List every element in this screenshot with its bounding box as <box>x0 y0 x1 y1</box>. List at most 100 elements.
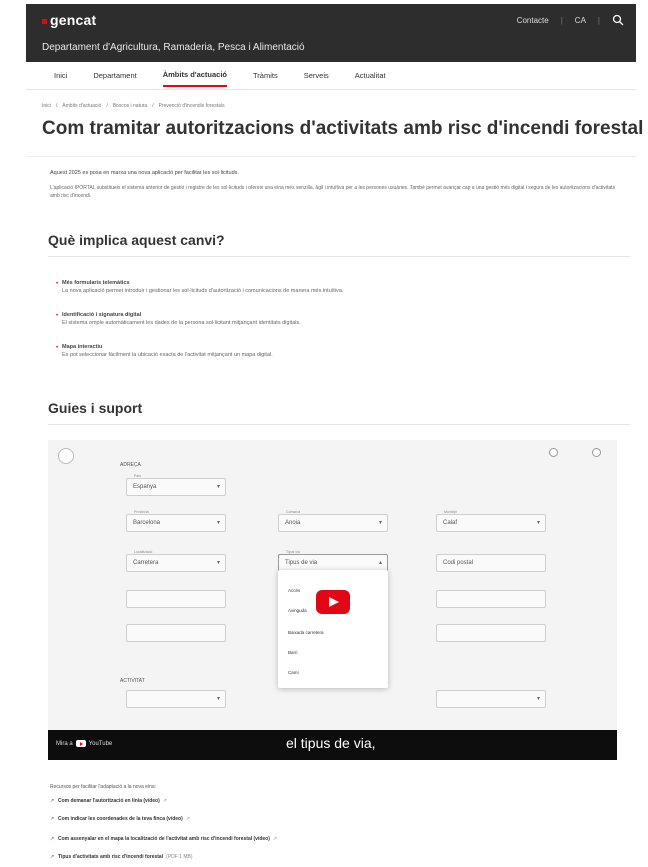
chevron-down-icon: ▾ <box>216 484 220 490</box>
separator: | <box>597 15 600 25</box>
breadcrumb-item[interactable]: Boscos i natura <box>113 103 147 109</box>
field-label: Municipi <box>443 510 458 514</box>
nav-item-serveis[interactable]: Serveis <box>304 65 329 86</box>
logo-text: gencat <box>50 12 97 28</box>
breadcrumb-item[interactable]: Inici <box>42 103 51 109</box>
resource-label[interactable]: Tipus d'activitats amb risc d'incendi fo… <box>58 854 163 860</box>
bullet-desc: Es pot seleccionar fàcilment la ubicació… <box>62 352 273 358</box>
external-link-icon: ↗ <box>185 816 190 822</box>
breadcrumb-item[interactable]: Àmbits d'actuació <box>62 103 101 109</box>
intro-paragraph: L'aplicació IPORTAL substitueix el siste… <box>50 185 616 199</box>
section-heading-guides: Guies i suport <box>48 400 143 416</box>
field-value: Codi postal <box>443 560 474 566</box>
search-icon[interactable] <box>612 14 624 26</box>
contact-link[interactable]: Contacte <box>517 16 549 25</box>
bullet-title: Identificació i signatura digital <box>62 312 142 318</box>
nav-item-departament[interactable]: Departament <box>93 65 136 86</box>
bullet-icon: • <box>56 313 59 319</box>
chevron-down-icon: ▾ <box>536 520 540 526</box>
chevron-down-icon: ▾ <box>216 696 220 702</box>
external-link-icon: ↗ <box>162 798 167 804</box>
resource-link[interactable]: ↗ Com demanar l'autorització en línia (v… <box>50 798 167 804</box>
resource-label[interactable]: Com demanar l'autorització en línia (víd… <box>58 798 160 804</box>
field-value: Espanya <box>133 484 157 490</box>
nav-item-inici[interactable]: Inici <box>54 65 67 86</box>
list-item: • Mapa interactiu Es pot seleccionar fàc… <box>56 344 273 358</box>
province-field: Província Barcelona ▾ <box>126 510 226 532</box>
nav-item-actualitat[interactable]: Actualitat <box>355 65 386 86</box>
resource-link[interactable]: ↗ Com assenyalar en el mapa la localitza… <box>50 836 278 842</box>
watch-on-youtube[interactable]: Mira a YouTube <box>56 740 112 747</box>
nav-item-ambits[interactable]: Àmbits d'actuació <box>162 64 227 87</box>
form-section-label: ACTIVITAT <box>120 678 145 684</box>
page-title: Com tramitar autoritzacions d'activitats… <box>42 118 644 139</box>
arrow-icon: ↗ <box>50 854 55 860</box>
municipality-field: Municipi Calaf ▾ <box>436 510 546 532</box>
video-form-field <box>126 590 226 608</box>
video-frame: ADREÇA País Espanya ▾ Província Barcelon… <box>48 440 617 730</box>
via-type-dropdown: Accés Avinguda Baixada carretera Barri C… <box>278 570 388 688</box>
video-subtitle: el tipus de via, <box>286 735 376 751</box>
field-label: Comarca <box>285 510 302 514</box>
bullet-desc: El sistema omple automàticament les dade… <box>62 320 301 326</box>
gencat-logo[interactable]: gencat <box>42 12 96 28</box>
resource-label[interactable]: Com indicar les coordenades de la teva f… <box>58 816 183 822</box>
comarca-field: Comarca Anoia ▾ <box>278 510 388 532</box>
play-icon[interactable] <box>316 590 350 614</box>
field-label: País <box>133 474 143 478</box>
channel-avatar[interactable] <box>58 448 74 464</box>
postal-code-field: Codi postal <box>436 554 546 572</box>
watch-later-icon[interactable] <box>549 448 558 457</box>
breadcrumb-separator: / <box>55 103 58 109</box>
resource-label[interactable]: Com assenyalar en el mapa la localitzaci… <box>58 836 270 842</box>
department-name[interactable]: Departament d'Agricultura, Ramaderia, Pe… <box>42 42 305 53</box>
form-section-label: ADREÇA <box>120 462 141 468</box>
main-nav: Inici Departament Àmbits d'actuació Tràm… <box>26 62 636 90</box>
arrow-icon: ↗ <box>50 816 55 822</box>
arrow-icon: ↗ <box>50 836 55 842</box>
chevron-down-icon: ▾ <box>216 520 220 526</box>
breadcrumb-item: Prevenció d'incendis forestals <box>158 103 225 109</box>
bullet-title: Mapa interactiu <box>62 344 103 350</box>
field-label: Localització <box>133 550 154 554</box>
country-field: País Espanya ▾ <box>126 474 226 496</box>
resource-link[interactable]: ↗ Com indicar les coordenades de la teva… <box>50 816 190 822</box>
field-value: Carretera <box>133 560 159 566</box>
logo-mark-icon <box>42 18 47 24</box>
external-link-icon: ↗ <box>272 836 278 842</box>
bullet-title: Més formularis telemàtics <box>62 280 130 286</box>
chevron-down-icon: ▾ <box>216 560 220 566</box>
video-player[interactable]: ADREÇA País Espanya ▾ Província Barcelon… <box>48 440 617 760</box>
chevron-down-icon: ▾ <box>378 520 382 526</box>
site-header: gencat Contacte | CA | Departament d'Agr… <box>26 4 636 62</box>
bullet-desc: La nova aplicació permet introduir i ges… <box>62 288 344 294</box>
field-label: Tipus via <box>285 550 301 554</box>
resources-heading: Recursos per facilitar l'adaptació a la … <box>50 784 157 790</box>
video-form-field <box>436 590 546 608</box>
road-type-field: Localització Carretera ▾ <box>126 550 226 572</box>
field-value: Anoia <box>285 520 301 526</box>
breadcrumb: Inici / Àmbits d'actuació / Boscos i natur… <box>42 103 225 109</box>
youtube-label: YouTube <box>88 740 113 747</box>
youtube-icon <box>75 740 86 747</box>
arrow-icon: ↗ <box>50 798 55 804</box>
dropdown-option: Barri <box>288 650 298 655</box>
list-item: • Més formularis telemàtics La nova apli… <box>56 280 344 294</box>
share-icon[interactable] <box>592 448 601 457</box>
nav-item-tramits[interactable]: Tràmits <box>253 65 278 86</box>
language-selector[interactable]: CA <box>575 16 586 25</box>
header-links: Contacte | CA | <box>517 14 624 26</box>
field-value: Tipus de via <box>285 560 318 566</box>
resource-link[interactable]: ↗ Tipus d'activitats amb risc d'incendi … <box>50 854 192 860</box>
breadcrumb-separator: / <box>106 103 108 109</box>
dropdown-option: Avinguda <box>288 608 307 613</box>
divider <box>48 256 630 257</box>
separator: | <box>560 15 563 25</box>
chevron-down-icon: ▾ <box>536 696 540 702</box>
intro-lead: Aquest 2025 es posa en marxa una nova ap… <box>50 170 239 176</box>
watch-on-label: Mira a <box>56 740 73 747</box>
video-form-field: ▾ <box>126 690 226 708</box>
video-form-field <box>436 624 546 642</box>
video-top-controls <box>549 448 601 457</box>
video-form-field: ▾ <box>436 690 546 708</box>
